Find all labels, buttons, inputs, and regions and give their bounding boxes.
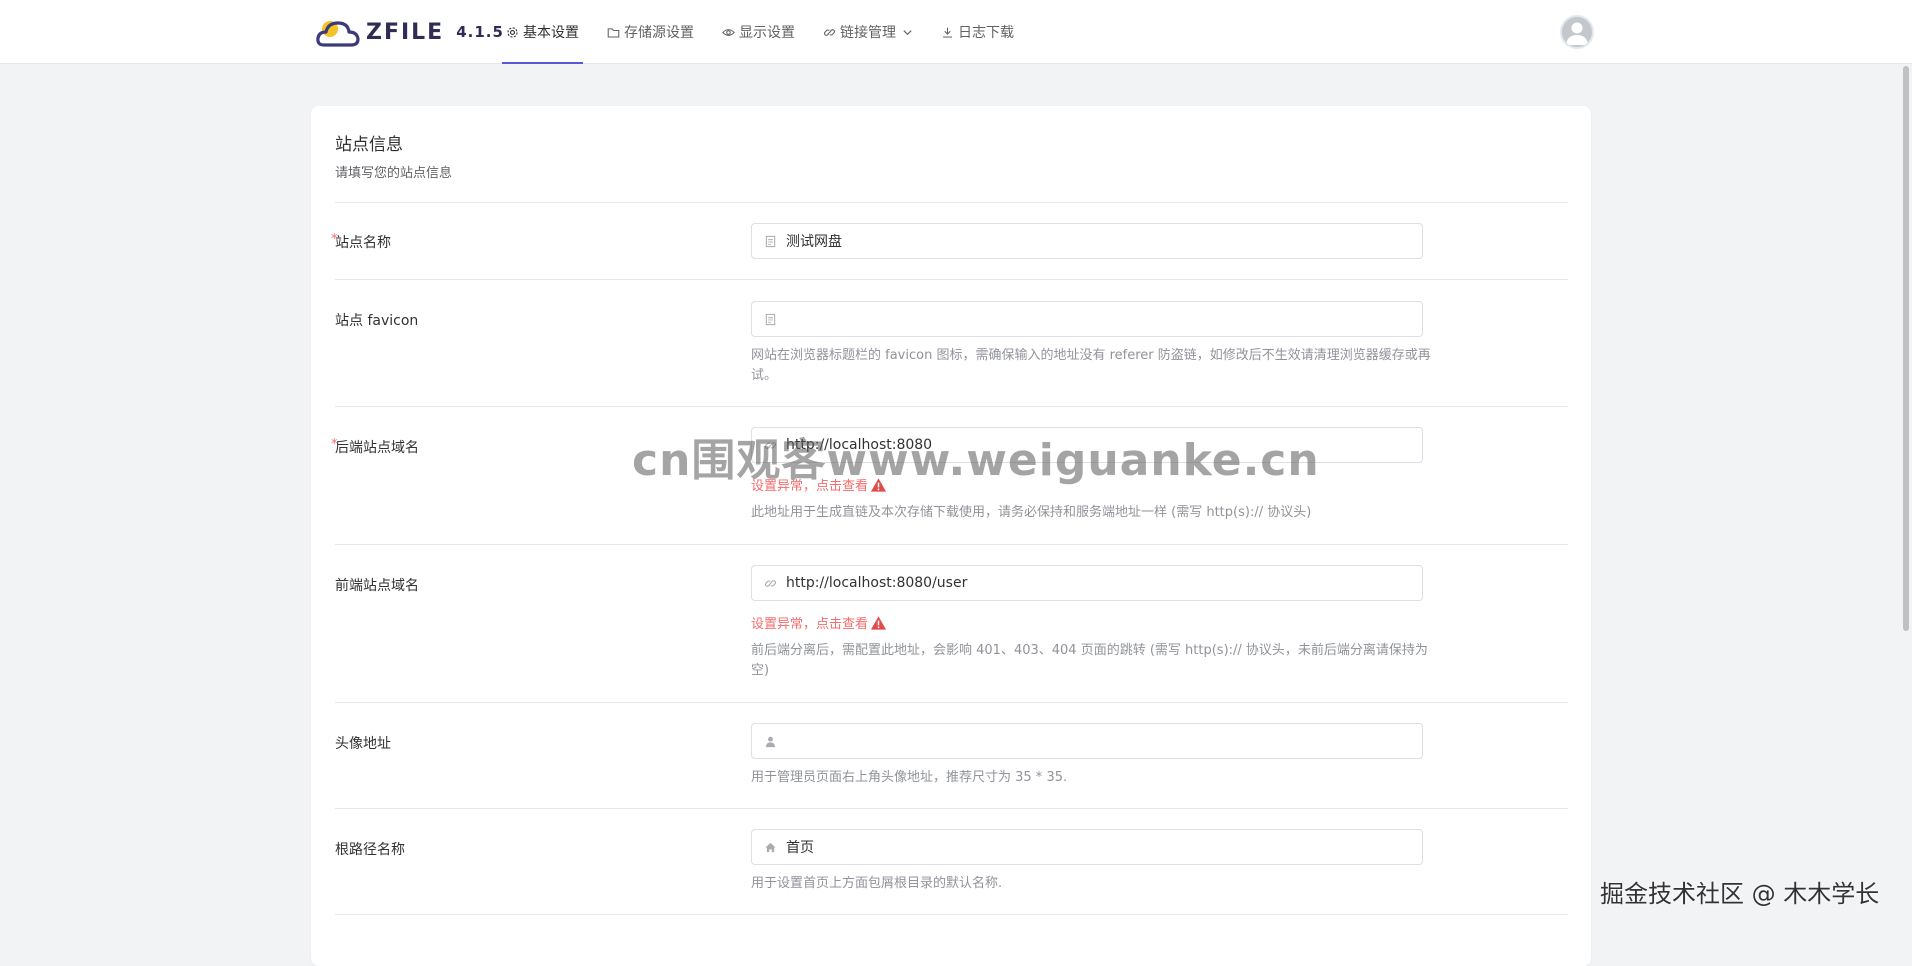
scrollbar-thumb[interactable] [1903, 66, 1909, 631]
link-icon [765, 579, 776, 587]
divider [335, 202, 1568, 203]
card-subtitle: 请填写您的站点信息 [335, 166, 453, 181]
card-title: 站点信息 [335, 135, 403, 155]
center-watermark: cn围观客www.weiguanke.cn [632, 435, 1320, 486]
favicon-hint: 网站在浏览器标题栏的 favicon 图标，需确保输入的地址没有 referer… [751, 348, 1431, 383]
backend-domain-hint: 此地址用于生成直链及本次存储下载使用，请务必保持和服务端地址一样 (需写 htt… [751, 505, 1312, 520]
nav-item-label: 显示设置 [739, 25, 795, 41]
chevron-down-icon [903, 29, 912, 35]
divider [335, 702, 1568, 703]
divider [335, 808, 1568, 809]
nav-item-label: 日志下载 [958, 25, 1014, 41]
root-name-input[interactable]: 首页 [751, 829, 1423, 865]
document-icon [765, 313, 776, 325]
avatar-url-input[interactable] [751, 723, 1423, 759]
eye-icon [722, 28, 735, 36]
error-text: 设置异常，点击查看 [751, 617, 869, 632]
warning-icon [870, 615, 887, 630]
required-mark: * [331, 437, 338, 452]
corner-watermark: 掘金技术社区 @ 木木学长 [1600, 880, 1880, 908]
backend-domain-label: * 后端站点域名 [331, 437, 419, 456]
avatar[interactable] [1560, 15, 1594, 49]
nav-item-log-download[interactable]: 日志下载 [937, 0, 1018, 64]
nav-item-label: 链接管理 [840, 25, 896, 41]
link-icon [824, 28, 835, 36]
user-avatar-icon [1566, 22, 1588, 45]
divider [335, 914, 1568, 915]
divider [335, 544, 1568, 545]
favicon-label: 站点 favicon [335, 313, 419, 329]
site-name-label: * 站点名称 [331, 232, 391, 251]
brand-name: ZFILE [366, 19, 445, 45]
top-navbar: ZFILE 4.1.5 基本设置 存储源设置 显示设置 链接管理 日志下载 [0, 0, 1912, 64]
nav-item-link-management[interactable]: 链接管理 [819, 0, 917, 64]
required-mark: * [331, 232, 338, 247]
input-value: http://localhost:8080/user [786, 575, 968, 591]
root-name-label: 根路径名称 [335, 842, 405, 858]
nav-item-basic-settings[interactable]: 基本设置 [502, 0, 583, 64]
cloud-logo-icon [316, 21, 360, 47]
nav-item-storage-settings[interactable]: 存储源设置 [603, 0, 698, 64]
divider [335, 279, 1568, 280]
input-value: 测试网盘 [786, 234, 842, 250]
favicon-input[interactable] [751, 301, 1423, 337]
frontend-domain-error[interactable]: 设置异常，点击查看 [751, 613, 887, 632]
nav-item-label: 基本设置 [523, 25, 579, 41]
site-info-card: 站点信息 请填写您的站点信息 * 站点名称 测试网盘 站点 favicon 网站… [311, 106, 1591, 966]
nav-item-display-settings[interactable]: 显示设置 [718, 0, 799, 64]
frontend-domain-input[interactable]: http://localhost:8080/user [751, 565, 1423, 601]
home-icon [765, 842, 776, 852]
user-icon [765, 736, 776, 747]
document-icon [765, 235, 776, 247]
main-nav: 基本设置 存储源设置 显示设置 链接管理 日志下载 [502, 0, 1038, 64]
download-icon [943, 27, 952, 37]
gear-icon [507, 26, 518, 38]
divider [335, 406, 1568, 407]
brand-version: 4.1.5 [456, 23, 504, 41]
avatar-url-label: 头像地址 [335, 736, 391, 752]
root-name-hint: 用于设置首页上方面包屑根目录的默认名称. [751, 876, 1003, 891]
site-name-input[interactable]: 测试网盘 [751, 223, 1423, 259]
avatar-url-hint: 用于管理员页面右上角头像地址，推荐尺寸为 35 * 35. [751, 770, 1068, 785]
nav-item-label: 存储源设置 [624, 25, 694, 41]
frontend-domain-label: 前端站点域名 [335, 578, 419, 594]
brand[interactable]: ZFILE 4.1.5 [316, 14, 504, 50]
input-value: 首页 [786, 840, 814, 856]
folder-icon [607, 27, 620, 37]
frontend-domain-hint: 前后端分离后，需配置此地址，会影响 401、403、404 页面的跳转 (需写 … [751, 643, 1428, 678]
